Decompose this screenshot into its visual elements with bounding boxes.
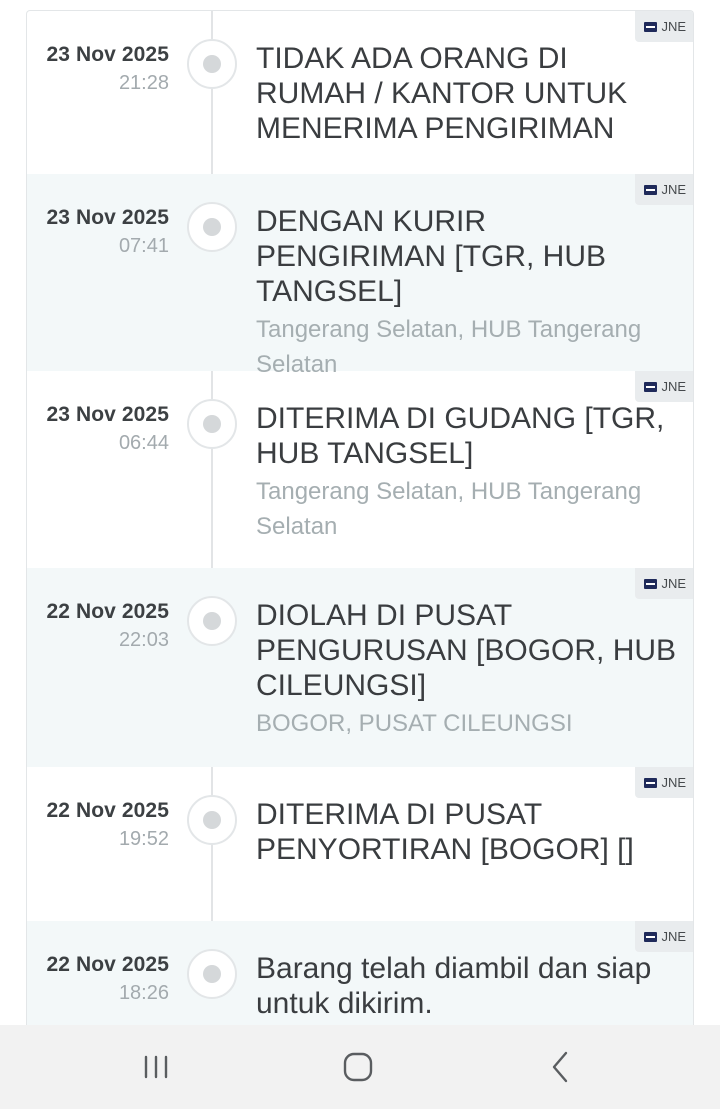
back-icon (552, 1051, 568, 1083)
courier-logo-icon (644, 184, 658, 195)
back-button[interactable] (530, 1045, 590, 1089)
courier-badge: JNE (635, 568, 693, 599)
entry-status-text: Barang telah diambil dan siap untuk diki… (256, 952, 652, 1020)
entry-status-text: DITERIMA DI GUDANG [TGR, HUB TANGSEL] (256, 402, 665, 470)
entry-status-text: DENGAN KURIR PENGIRIMAN [TGR, HUB TANGSE… (256, 205, 607, 308)
timeline-entry: 23 Nov 2025 06:44 DITERIMA DI GUDANG [TG… (27, 371, 693, 568)
entry-status-text: DITERIMA DI PUSAT PENYORTIRAN [BOGOR] [] (256, 798, 634, 866)
timeline-node-icon (187, 596, 237, 646)
entry-date: 22 Nov 2025 (46, 799, 169, 822)
courier-badge: JNE (635, 921, 693, 952)
entry-time: 21:28 (118, 72, 169, 94)
courier-logo-icon (644, 381, 658, 392)
entry-time: 22:03 (118, 629, 169, 651)
courier-logo-icon (644, 21, 658, 32)
courier-logo-icon (644, 578, 658, 589)
courier-name: JNE (661, 576, 686, 591)
timeline-entry: 23 Nov 2025 21:28 TIDAK ADA ORANG DI RUM… (27, 11, 693, 174)
timeline-node-icon (187, 399, 237, 449)
system-navigation-bar (0, 1025, 720, 1109)
entry-date: 23 Nov 2025 (46, 43, 169, 66)
entry-location: BOGOR, PUSAT CILEUNGSI (256, 710, 573, 737)
timeline-node-icon (187, 39, 237, 89)
timeline-entry: 23 Nov 2025 07:41 DENGAN KURIR PENGIRIMA… (27, 174, 693, 378)
entry-time: 06:44 (118, 432, 169, 454)
courier-logo-icon (644, 931, 658, 942)
courier-name: JNE (661, 379, 686, 394)
entry-status-text: DIOLAH DI PUSAT PENGURUSAN [BOGOR, HUB C… (256, 599, 677, 702)
courier-name: JNE (661, 19, 686, 34)
entry-date: 23 Nov 2025 (46, 403, 169, 426)
entry-time: 18:26 (118, 982, 169, 1004)
entry-location: Tangerang Selatan, HUB Tangerang Selatan (256, 478, 642, 540)
entry-status: DENGAN KURIR PENGIRIMAN [TGR, HUB TANGSE… (256, 204, 681, 382)
entry-status-text: TIDAK ADA ORANG DI RUMAH / KANTOR UNTUK … (256, 42, 628, 145)
entry-time: 07:41 (118, 235, 169, 257)
courier-badge: JNE (635, 11, 693, 42)
courier-logo-icon (644, 777, 658, 788)
timeline-node-icon (187, 949, 237, 999)
recent-apps-icon (144, 1055, 168, 1079)
entry-time: 19:52 (118, 828, 169, 850)
courier-name: JNE (661, 929, 686, 944)
courier-badge: JNE (635, 174, 693, 205)
tracking-timeline-card: 23 Nov 2025 21:28 TIDAK ADA ORANG DI RUM… (26, 10, 694, 1025)
courier-name: JNE (661, 182, 686, 197)
entry-status: DITERIMA DI PUSAT PENYORTIRAN [BOGOR] [] (256, 797, 681, 867)
timeline-node-icon (187, 202, 237, 252)
courier-name: JNE (661, 775, 686, 790)
courier-badge: JNE (635, 767, 693, 798)
timeline-node-icon (187, 795, 237, 845)
recent-apps-button[interactable] (126, 1045, 186, 1089)
timeline-entry: 22 Nov 2025 19:52 DITERIMA DI PUSAT PENY… (27, 767, 693, 921)
entry-status: DITERIMA DI GUDANG [TGR, HUB TANGSEL] Ta… (256, 401, 681, 544)
timeline-entry: 22 Nov 2025 22:03 DIOLAH DI PUSAT PENGUR… (27, 568, 693, 767)
entry-date: 22 Nov 2025 (46, 600, 169, 623)
courier-badge: JNE (635, 371, 693, 402)
entry-status: TIDAK ADA ORANG DI RUMAH / KANTOR UNTUK … (256, 41, 681, 146)
home-icon (343, 1052, 373, 1082)
home-button[interactable] (328, 1045, 388, 1089)
timeline-entry: 22 Nov 2025 18:26 Barang telah diambil d… (27, 921, 693, 1025)
entry-date: 23 Nov 2025 (46, 206, 169, 229)
entry-status: Barang telah diambil dan siap untuk diki… (256, 951, 681, 1021)
entry-date: 22 Nov 2025 (46, 953, 169, 976)
entry-status: DIOLAH DI PUSAT PENGURUSAN [BOGOR, HUB C… (256, 598, 681, 741)
